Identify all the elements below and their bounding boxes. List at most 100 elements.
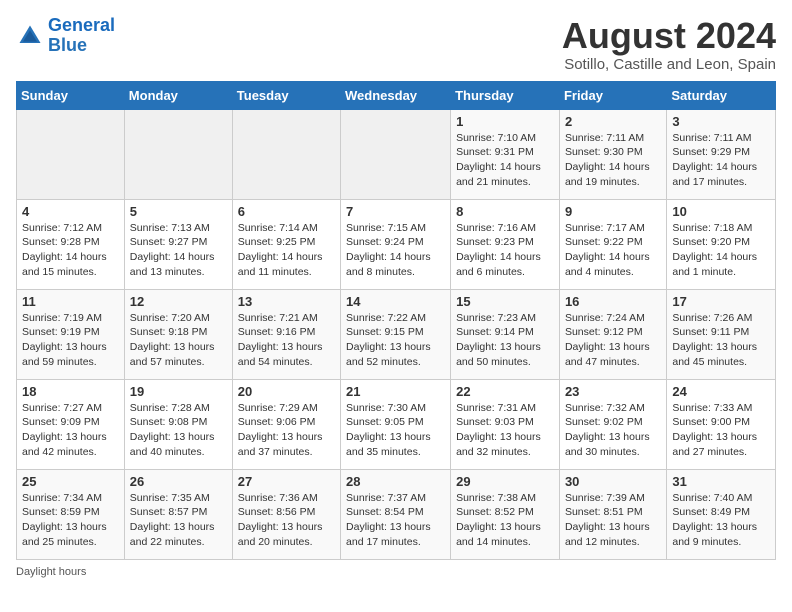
logo-icon xyxy=(16,22,44,50)
calendar-cell: 11 Sunrise: 7:19 AM Sunset: 9:19 PM Dayli… xyxy=(17,289,125,379)
calendar-week-row: 1 Sunrise: 7:10 AM Sunset: 9:31 PM Daylig… xyxy=(17,109,776,199)
calendar-cell: 17 Sunrise: 7:26 AM Sunset: 9:11 PM Dayli… xyxy=(667,289,776,379)
day-number: 4 xyxy=(22,204,119,219)
calendar-cell: 29 Sunrise: 7:38 AM Sunset: 8:52 PM Dayli… xyxy=(451,469,560,559)
calendar-header-row: SundayMondayTuesdayWednesdayThursdayFrid… xyxy=(17,81,776,109)
day-info: Sunrise: 7:18 AM Sunset: 9:20 PM Dayligh… xyxy=(672,221,770,280)
calendar-cell: 8 Sunrise: 7:16 AM Sunset: 9:23 PM Daylig… xyxy=(451,199,560,289)
day-of-week-header: Monday xyxy=(124,81,232,109)
day-info: Sunrise: 7:13 AM Sunset: 9:27 PM Dayligh… xyxy=(130,221,227,280)
calendar-cell: 1 Sunrise: 7:10 AM Sunset: 9:31 PM Daylig… xyxy=(451,109,560,199)
day-info: Sunrise: 7:10 AM Sunset: 9:31 PM Dayligh… xyxy=(456,131,554,190)
calendar-cell: 25 Sunrise: 7:34 AM Sunset: 8:59 PM Dayli… xyxy=(17,469,125,559)
calendar-table: SundayMondayTuesdayWednesdayThursdayFrid… xyxy=(16,81,776,560)
calendar-cell: 16Sunrise: 7:24 AM Sunset: 9:12 PM Dayli… xyxy=(559,289,666,379)
day-info: Sunrise: 7:30 AM Sunset: 9:05 PM Dayligh… xyxy=(346,401,445,460)
day-number: 23 xyxy=(565,384,661,399)
day-info: Sunrise: 7:22 AM Sunset: 9:15 PM Dayligh… xyxy=(346,311,445,370)
calendar-cell: 14 Sunrise: 7:22 AM Sunset: 9:15 PM Dayli… xyxy=(341,289,451,379)
title-section: August 2024 Sotillo, Castille and Leon, … xyxy=(562,16,776,73)
day-info: Sunrise: 7:16 AM Sunset: 9:23 PM Dayligh… xyxy=(456,221,554,280)
day-info: Sunrise: 7:11 AM Sunset: 9:30 PM Dayligh… xyxy=(565,131,661,190)
calendar-cell: 13Sunrise: 7:21 AM Sunset: 9:16 PM Dayli… xyxy=(232,289,340,379)
day-number: 16 xyxy=(565,294,661,309)
calendar-week-row: 4 Sunrise: 7:12 AM Sunset: 9:28 PM Daylig… xyxy=(17,199,776,289)
calendar-cell: 23 Sunrise: 7:32 AM Sunset: 9:02 PM Dayli… xyxy=(559,379,666,469)
day-number: 24 xyxy=(672,384,770,399)
calendar-cell: 9 Sunrise: 7:17 AM Sunset: 9:22 PM Daylig… xyxy=(559,199,666,289)
calendar-cell: 10 Sunrise: 7:18 AM Sunset: 9:20 PM Dayli… xyxy=(667,199,776,289)
day-info: Sunrise: 7:29 AM Sunset: 9:06 PM Dayligh… xyxy=(238,401,335,460)
day-number: 29 xyxy=(456,474,554,489)
day-number: 19 xyxy=(130,384,227,399)
day-info: Sunrise: 7:37 AM Sunset: 8:54 PM Dayligh… xyxy=(346,491,445,550)
day-number: 14 xyxy=(346,294,445,309)
day-number: 25 xyxy=(22,474,119,489)
day-info: Sunrise: 7:31 AM Sunset: 9:03 PM Dayligh… xyxy=(456,401,554,460)
day-info: Sunrise: 7:15 AM Sunset: 9:24 PM Dayligh… xyxy=(346,221,445,280)
calendar-cell: 6Sunrise: 7:14 AM Sunset: 9:25 PM Daylig… xyxy=(232,199,340,289)
day-number: 26 xyxy=(130,474,227,489)
day-info: Sunrise: 7:32 AM Sunset: 9:02 PM Dayligh… xyxy=(565,401,661,460)
day-number: 21 xyxy=(346,384,445,399)
day-number: 15 xyxy=(456,294,554,309)
day-number: 7 xyxy=(346,204,445,219)
day-number: 2 xyxy=(565,114,661,129)
day-info: Sunrise: 7:12 AM Sunset: 9:28 PM Dayligh… xyxy=(22,221,119,280)
calendar-cell: 24 Sunrise: 7:33 AM Sunset: 9:00 PM Dayli… xyxy=(667,379,776,469)
day-info: Sunrise: 7:39 AM Sunset: 8:51 PM Dayligh… xyxy=(565,491,661,550)
day-number: 22 xyxy=(456,384,554,399)
calendar-cell xyxy=(17,109,125,199)
calendar-cell: 5Sunrise: 7:13 AM Sunset: 9:27 PM Daylig… xyxy=(124,199,232,289)
calendar-cell: 20Sunrise: 7:29 AM Sunset: 9:06 PM Dayli… xyxy=(232,379,340,469)
day-number: 8 xyxy=(456,204,554,219)
day-number: 28 xyxy=(346,474,445,489)
day-info: Sunrise: 7:17 AM Sunset: 9:22 PM Dayligh… xyxy=(565,221,661,280)
calendar-week-row: 25 Sunrise: 7:34 AM Sunset: 8:59 PM Dayli… xyxy=(17,469,776,559)
calendar-cell: 31 Sunrise: 7:40 AM Sunset: 8:49 PM Dayli… xyxy=(667,469,776,559)
day-of-week-header: Tuesday xyxy=(232,81,340,109)
calendar-cell: 4 Sunrise: 7:12 AM Sunset: 9:28 PM Daylig… xyxy=(17,199,125,289)
day-number: 27 xyxy=(238,474,335,489)
day-info: Sunrise: 7:33 AM Sunset: 9:00 PM Dayligh… xyxy=(672,401,770,460)
day-number: 17 xyxy=(672,294,770,309)
calendar-cell: 12 Sunrise: 7:20 AM Sunset: 9:18 PM Dayli… xyxy=(124,289,232,379)
day-info: Sunrise: 7:11 AM Sunset: 9:29 PM Dayligh… xyxy=(672,131,770,190)
calendar-week-row: 18 Sunrise: 7:27 AM Sunset: 9:09 PM Dayli… xyxy=(17,379,776,469)
calendar-cell: 22 Sunrise: 7:31 AM Sunset: 9:03 PM Dayli… xyxy=(451,379,560,469)
day-info: Sunrise: 7:26 AM Sunset: 9:11 PM Dayligh… xyxy=(672,311,770,370)
day-info: Sunrise: 7:40 AM Sunset: 8:49 PM Dayligh… xyxy=(672,491,770,550)
location: Sotillo, Castille and Leon, Spain xyxy=(562,56,776,73)
day-info: Sunrise: 7:36 AM Sunset: 8:56 PM Dayligh… xyxy=(238,491,335,550)
calendar-cell: 30Sunrise: 7:39 AM Sunset: 8:51 PM Dayli… xyxy=(559,469,666,559)
day-of-week-header: Sunday xyxy=(17,81,125,109)
day-info: Sunrise: 7:19 AM Sunset: 9:19 PM Dayligh… xyxy=(22,311,119,370)
calendar-cell: 26 Sunrise: 7:35 AM Sunset: 8:57 PM Dayli… xyxy=(124,469,232,559)
day-number: 18 xyxy=(22,384,119,399)
calendar-week-row: 11 Sunrise: 7:19 AM Sunset: 9:19 PM Dayli… xyxy=(17,289,776,379)
day-number: 10 xyxy=(672,204,770,219)
day-number: 12 xyxy=(130,294,227,309)
day-number: 9 xyxy=(565,204,661,219)
day-info: Sunrise: 7:35 AM Sunset: 8:57 PM Dayligh… xyxy=(130,491,227,550)
day-info: Sunrise: 7:14 AM Sunset: 9:25 PM Dayligh… xyxy=(238,221,335,280)
month-year: August 2024 xyxy=(562,16,776,56)
calendar-cell: 2 Sunrise: 7:11 AM Sunset: 9:30 PM Daylig… xyxy=(559,109,666,199)
day-of-week-header: Wednesday xyxy=(341,81,451,109)
calendar-cell: 15 Sunrise: 7:23 AM Sunset: 9:14 PM Dayli… xyxy=(451,289,560,379)
day-info: Sunrise: 7:23 AM Sunset: 9:14 PM Dayligh… xyxy=(456,311,554,370)
day-number: 1 xyxy=(456,114,554,129)
day-info: Sunrise: 7:38 AM Sunset: 8:52 PM Dayligh… xyxy=(456,491,554,550)
footer: Daylight hours xyxy=(16,566,776,578)
calendar-cell: 18 Sunrise: 7:27 AM Sunset: 9:09 PM Dayli… xyxy=(17,379,125,469)
day-info: Sunrise: 7:27 AM Sunset: 9:09 PM Dayligh… xyxy=(22,401,119,460)
page-header: General Blue August 2024 Sotillo, Castil… xyxy=(16,16,776,73)
logo-text: General Blue xyxy=(48,16,115,56)
day-of-week-header: Thursday xyxy=(451,81,560,109)
day-number: 11 xyxy=(22,294,119,309)
logo: General Blue xyxy=(16,16,115,56)
day-number: 31 xyxy=(672,474,770,489)
day-info: Sunrise: 7:34 AM Sunset: 8:59 PM Dayligh… xyxy=(22,491,119,550)
day-number: 13 xyxy=(238,294,335,309)
day-info: Sunrise: 7:20 AM Sunset: 9:18 PM Dayligh… xyxy=(130,311,227,370)
